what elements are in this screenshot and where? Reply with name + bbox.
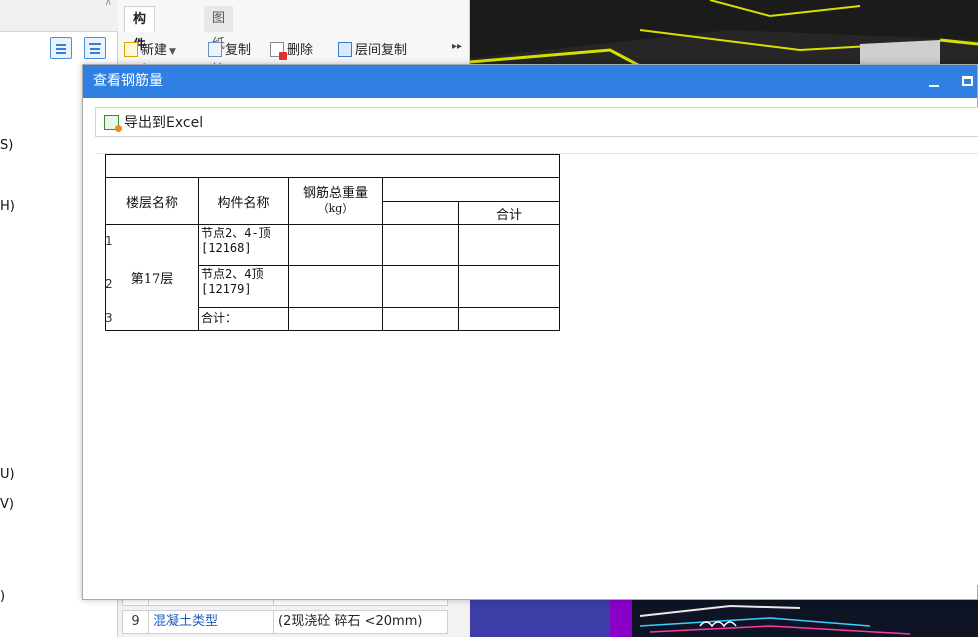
total-label-cell[interactable]: 合计： <box>198 307 289 331</box>
export-toolbar: 导出到Excel <box>95 107 978 137</box>
column-header-floor: 楼层名称 <box>105 177 199 225</box>
layer-copy-button[interactable]: 层间复制 <box>338 41 407 61</box>
total-cell[interactable] <box>458 265 560 308</box>
rebar-total-summary <box>105 154 560 178</box>
left-label-h: H) <box>0 199 15 214</box>
data-cell[interactable] <box>382 224 459 266</box>
tab-component-list[interactable]: 构件列表 <box>124 6 156 105</box>
copy-button[interactable]: 复制 <box>208 41 251 61</box>
left-label-v: V) <box>0 497 14 512</box>
row-number: 1 <box>105 234 113 248</box>
component-toolbar: 新建 ▼ 复制 删除 层间复制 ▸▸ <box>118 38 470 64</box>
more-icon[interactable]: ▸▸ <box>452 41 462 52</box>
new-button[interactable]: 新建 ▼ <box>124 41 176 61</box>
property-row-number: 9 <box>123 611 149 633</box>
tab-drawing-management[interactable]: 图纸管理 <box>204 6 234 104</box>
column-header-empty <box>382 201 459 225</box>
new-button-label: 新建 <box>141 43 168 58</box>
layer-copy-button-label: 层间复制 <box>355 43 408 58</box>
dialog-title: 查看钢筋量 <box>93 73 163 89</box>
column-header-total: 合计 <box>458 201 560 225</box>
property-row-concrete-type[interactable]: 9 混凝土类型 (2现浇砼 碎石 <20mm) <box>122 610 448 634</box>
list-view-icon[interactable] <box>50 37 72 59</box>
delete-button[interactable]: 删除 <box>270 41 313 61</box>
property-grid: 8 材质 现浇混凝土 9 混凝土类型 (2现浇砼 碎石 <20mm) <box>118 582 470 637</box>
total-cell[interactable] <box>458 307 560 331</box>
weight-cell[interactable] <box>288 265 383 308</box>
viewport-beam-line <box>709 0 861 18</box>
total-cell[interactable] <box>458 224 560 266</box>
export-excel-label: 导出到Excel <box>124 115 204 131</box>
viewport-column <box>860 40 940 66</box>
pin-icon[interactable]: ⊼ <box>105 0 112 8</box>
data-cell[interactable] <box>382 307 459 331</box>
delete-icon <box>270 42 287 60</box>
excel-export-icon <box>104 115 122 132</box>
minimize-icon[interactable] <box>927 74 941 90</box>
component-name-cell[interactable]: 节点2、4顶[12179] <box>198 265 289 308</box>
weight-cell[interactable] <box>288 224 383 266</box>
property-value[interactable]: (2现浇砼 碎石 <20mm) <box>273 611 422 633</box>
column-header-weight-unit: （kg） <box>317 202 354 215</box>
rebar-report[interactable]: 楼层名称 构件名称 钢筋总重量 （kg） 合计 第17层 1 节点2、4-顶[1… <box>95 153 978 573</box>
data-cell[interactable] <box>382 265 459 308</box>
column-header-weight: 钢筋总重量 （kg） <box>288 177 383 225</box>
viewport-rebar-line <box>639 604 801 617</box>
component-name-cell[interactable]: 节点2、4-顶[12168] <box>198 224 289 266</box>
rebar-report-table: 楼层名称 构件名称 钢筋总重量 （kg） 合计 第17层 1 节点2、4-顶[1… <box>105 154 560 332</box>
row-number: 2 <box>105 277 113 291</box>
column-header-group <box>382 177 560 202</box>
layer-copy-icon <box>338 42 352 57</box>
component-list-panel: 构件列表 图纸管理 新建▼ 复制 删除 层间复制 ▸▸ <box>118 0 470 105</box>
new-icon <box>124 42 138 57</box>
copy-button-label: 复制 <box>225 43 252 58</box>
column-header-component: 构件名称 <box>198 177 289 225</box>
column-header-weight-line1: 钢筋总重量 <box>302 186 368 201</box>
left-panel-header: ⊼ <box>0 0 118 32</box>
viewport-rebar-line <box>649 625 911 635</box>
3d-viewport-bottom[interactable] <box>470 596 978 637</box>
viewport-bottom-drawing <box>639 604 911 635</box>
maximize-icon[interactable] <box>962 76 973 86</box>
export-excel-button[interactable]: 导出到Excel <box>104 112 203 134</box>
delete-button-label: 删除 <box>287 43 314 58</box>
dialog-body: 导出到Excel 楼层名称 构件名称 钢筋总重量 （kg） 合计 第17层 1 … <box>95 107 978 585</box>
weight-cell[interactable] <box>288 307 383 331</box>
detail-view-icon[interactable] <box>84 37 106 59</box>
3d-viewport[interactable] <box>470 0 978 66</box>
chevron-down-icon[interactable]: ▼ <box>169 47 176 57</box>
dialog-titlebar[interactable]: 查看钢筋量 <box>83 65 977 98</box>
left-label-s: S) <box>0 138 14 153</box>
left-label-paren: ) <box>0 589 6 604</box>
viewport-rebar-line <box>639 617 871 627</box>
view-rebar-dialog: 查看钢筋量 导出到Excel 楼层名称 构件名称 钢筋总重量 （kg） 合计 第… <box>82 64 978 600</box>
floor-name-cell[interactable]: 第17层 <box>105 224 199 331</box>
left-label-u: U) <box>0 467 15 482</box>
viewport-drawing <box>470 0 978 66</box>
copy-icon <box>208 42 222 57</box>
row-number: 3 <box>105 311 113 325</box>
viewport-stirrup <box>699 621 737 628</box>
property-name: 混凝土类型 <box>153 614 219 629</box>
